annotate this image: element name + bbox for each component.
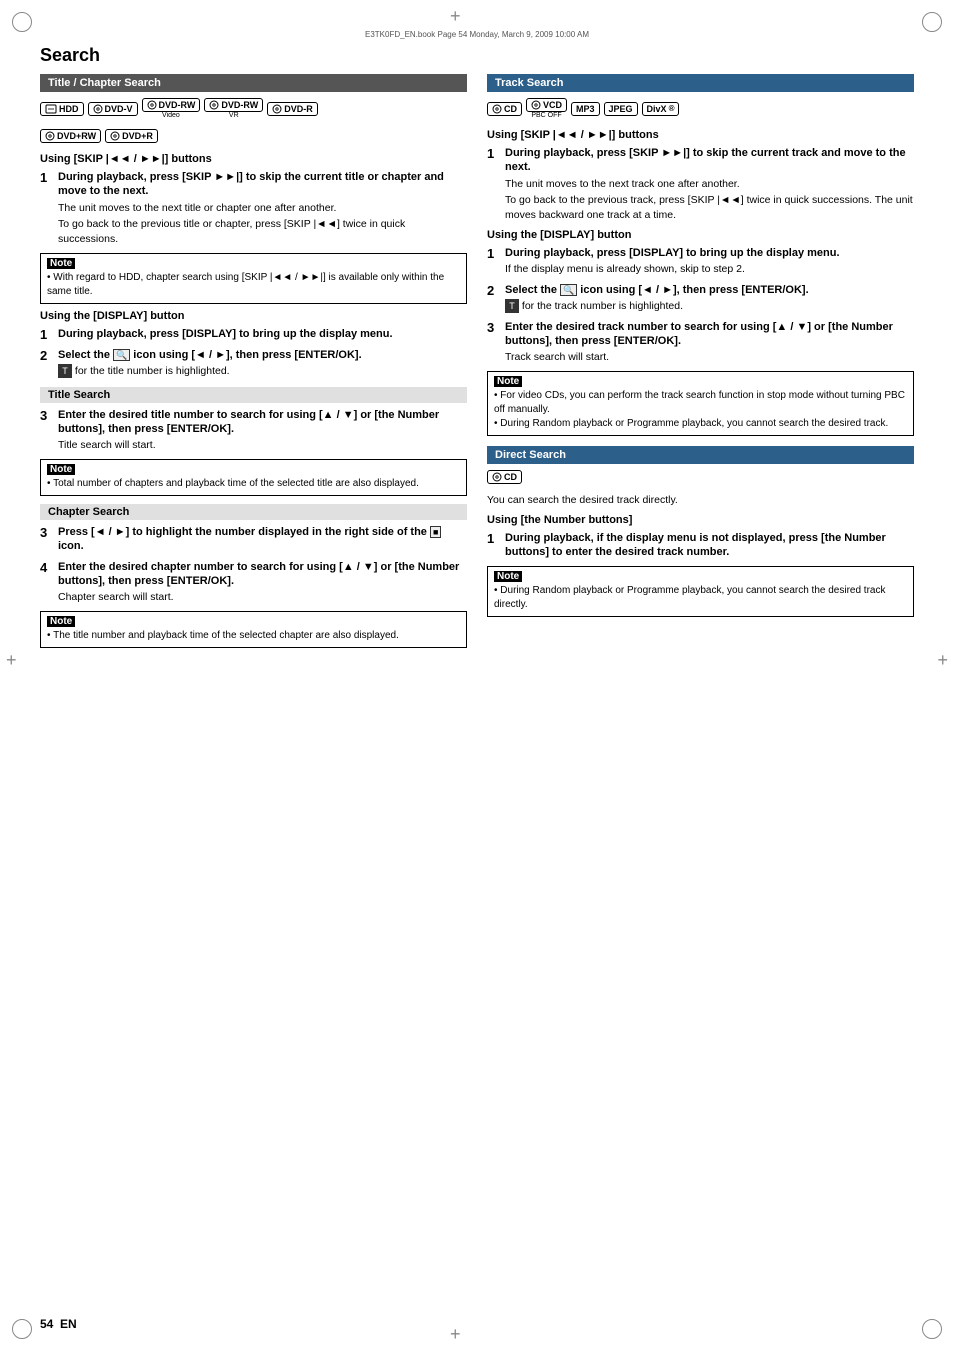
note-direct-search: Note • During Random playback or Program…	[487, 566, 914, 617]
step4-left: 4 Enter the desired chapter number to se…	[40, 560, 467, 605]
corner-mark-bl	[12, 1319, 32, 1339]
step1b-title-right: During playback, press [DISPLAY] to brin…	[505, 246, 914, 260]
badge-divx: DivX®	[642, 102, 680, 116]
disc-badges-track: CD VCD PBC OFF MP3 JPEG DivX®	[487, 98, 914, 119]
note1-left: Note • With regard to HDD, chapter searc…	[40, 253, 467, 304]
badge-dvdrw-vr: DVD-RW VR	[204, 98, 263, 119]
note2-left: Note • Total number of chapters and play…	[40, 459, 467, 496]
step3b-title-left: Press [◄ / ►] to highlight the number di…	[58, 525, 467, 554]
badge-dvdplusrw: DVD+RW	[40, 129, 101, 143]
step1b-detail-right: If the display menu is already shown, sk…	[505, 262, 914, 277]
note1-text-left: • With regard to HDD, chapter search usi…	[47, 271, 460, 299]
using-number-heading: Using [the Number buttons]	[487, 514, 914, 526]
step1b-right: 1 During playback, press [DISPLAY] to br…	[487, 246, 914, 277]
track-search-header: Track Search	[487, 74, 914, 92]
disc-badges-left2: DVD+RW DVD+R	[40, 129, 467, 143]
cross-left: +	[6, 650, 17, 671]
badge-vcd: VCD PBC OFF	[526, 98, 567, 119]
step1-title-right: During playback, press [SKIP ►►|] to ski…	[505, 146, 914, 175]
using-skip-heading-right: Using [SKIP |◄◄ / ►►|] buttons	[487, 129, 914, 141]
page-main-title: Search	[40, 45, 914, 66]
step3-title-left: Enter the desired title number to search…	[58, 408, 467, 437]
badge-dvdplusr: DVD+R	[105, 129, 158, 143]
badge-mp3: MP3	[571, 102, 600, 116]
step1-right: 1 During playback, press [SKIP ►►|] to s…	[487, 146, 914, 223]
step1-title-left: During playback, press [SKIP ►►|] to ski…	[58, 170, 467, 199]
page-number: 54 EN	[40, 1317, 77, 1331]
cross-top: +	[450, 6, 461, 27]
note-track-text2: • During Random playback or Programme pl…	[494, 417, 907, 431]
disc-badges-direct: CD	[487, 470, 914, 484]
note-direct-text: • During Random playback or Programme pl…	[494, 584, 907, 612]
badge-cd-track: CD	[487, 102, 522, 116]
direct-search-section: Direct Search CD You can search the desi…	[487, 446, 914, 617]
badge-dvd-v: DVD-V	[88, 102, 138, 116]
note2-text-left: • Total number of chapters and playback …	[47, 477, 460, 491]
note3-left: Note • The title number and playback tim…	[40, 611, 467, 648]
step1-detail2-right: To go back to the previous track, press …	[505, 193, 914, 222]
step1b-left: 1 During playback, press [DISPLAY] to br…	[40, 327, 467, 342]
chapter-search-header: Chapter Search	[40, 504, 467, 520]
highlight-icon-left: T	[58, 364, 72, 378]
title-search-header: Title Search	[40, 387, 467, 403]
step1-detail1-right: The unit moves to the next track one aft…	[505, 177, 914, 192]
badge-hdd: HDD	[40, 102, 84, 116]
direct-search-header: Direct Search	[487, 446, 914, 464]
cross-bottom: +	[450, 1324, 461, 1345]
direct-search-intro: You can search the desired track directl…	[487, 494, 914, 506]
disc-badges-left: HDD DVD-V DVD-RW Video DVD-RW	[40, 98, 467, 119]
step3-right: 3 Enter the desired track number to sear…	[487, 320, 914, 365]
badge-cd-direct: CD	[487, 470, 522, 484]
page: + + + + E3TK0FD_EN.book Page 54 Monday, …	[0, 0, 954, 1351]
step3-detail-right: Track search will start.	[505, 350, 914, 365]
corner-mark-tr	[922, 12, 942, 32]
step4-detail-left: Chapter search will start.	[58, 590, 467, 605]
using-display-heading-right: Using the [DISPLAY] button	[487, 229, 914, 241]
step2-left: 2 Select the 🔍 icon using [◄ / ►], then …	[40, 348, 467, 379]
badge-jpeg: JPEG	[604, 102, 638, 116]
note-track-text1: • For video CDs, you can perform the tra…	[494, 389, 907, 417]
step3-detail-left: Title search will start.	[58, 438, 467, 453]
cross-right: +	[937, 650, 948, 671]
badge-dvd-r: DVD-R	[267, 102, 318, 116]
step4-title-left: Enter the desired chapter number to sear…	[58, 560, 467, 589]
highlight-icon-right: T	[505, 299, 519, 313]
title-chapter-search-header: Title / Chapter Search	[40, 74, 467, 92]
note3-text-left: • The title number and playback time of …	[47, 629, 460, 643]
step1-direct: 1 During playback, if the display menu i…	[487, 531, 914, 560]
step1-detail2-left: To go back to the previous title or chap…	[58, 217, 467, 246]
step1-detail1-left: The unit moves to the next title or chap…	[58, 201, 467, 216]
step1-title-direct: During playback, if the display menu is …	[505, 531, 914, 560]
step2-title-right: Select the 🔍 icon using [◄ / ►], then pr…	[505, 283, 914, 297]
using-skip-heading-left: Using [SKIP |◄◄ / ►►|] buttons	[40, 153, 467, 165]
right-column: Track Search CD VCD PBC OFF MP3 JPEG	[487, 74, 914, 654]
corner-mark-tl	[12, 12, 32, 32]
using-display-heading-left: Using the [DISPLAY] button	[40, 310, 467, 322]
step1b-title-left: During playback, press [DISPLAY] to brin…	[58, 327, 467, 341]
step2-detail-left: T for the title number is highlighted.	[58, 364, 467, 379]
badge-dvdrw-video: DVD-RW Video	[142, 98, 201, 119]
corner-mark-br	[922, 1319, 942, 1339]
step3-title-right: Enter the desired track number to search…	[505, 320, 914, 349]
step1-left: 1 During playback, press [SKIP ►►|] to s…	[40, 170, 467, 247]
step3b-left: 3 Press [◄ / ►] to highlight the number …	[40, 525, 467, 554]
file-info: E3TK0FD_EN.book Page 54 Monday, March 9,…	[40, 30, 914, 39]
step2-title-left: Select the 🔍 icon using [◄ / ►], then pr…	[58, 348, 467, 362]
step2-detail-right: T for the track number is highlighted.	[505, 299, 914, 314]
step2-right: 2 Select the 🔍 icon using [◄ / ►], then …	[487, 283, 914, 314]
left-column: Title / Chapter Search HDD DVD-V DVD-RW …	[40, 74, 467, 654]
step3-left: 3 Enter the desired title number to sear…	[40, 408, 467, 453]
note-track-search: Note • For video CDs, you can perform th…	[487, 371, 914, 436]
